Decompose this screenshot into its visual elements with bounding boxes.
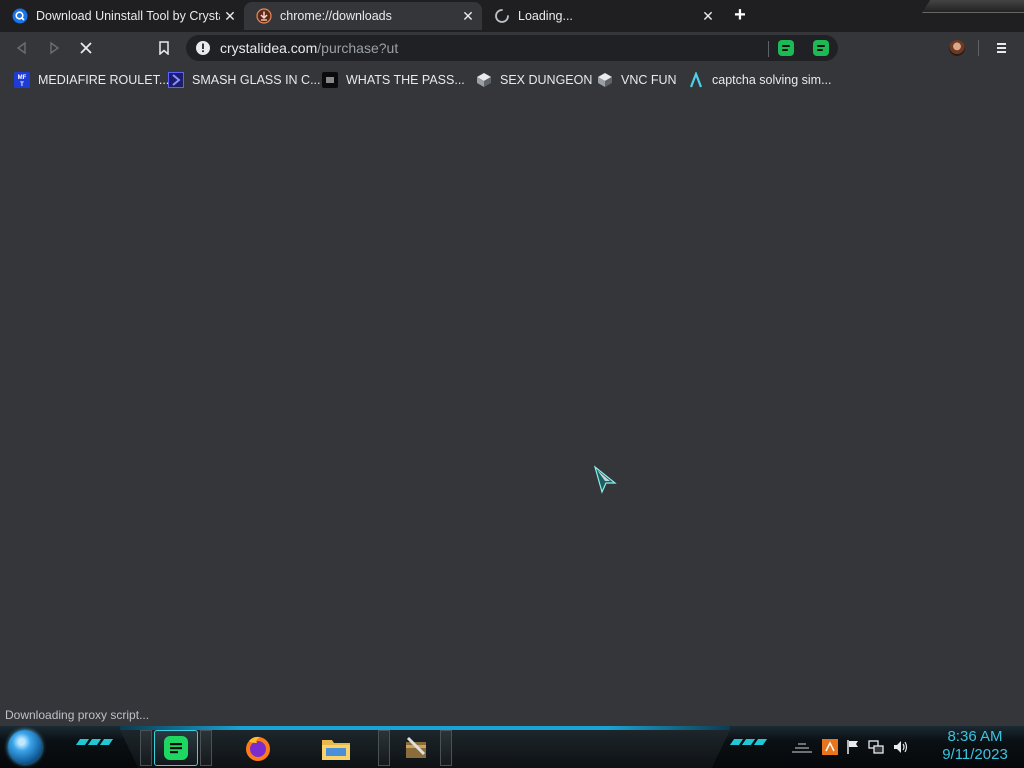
show-desktop-icon[interactable] <box>790 740 814 754</box>
address-bar[interactable]: crystalidea.com/purchase?ut <box>186 35 838 61</box>
taskbar-divider <box>200 730 212 766</box>
spotify-extension-icon[interactable] <box>778 40 794 56</box>
taskbar-archive-tool[interactable] <box>394 730 438 766</box>
bookmark-captcha[interactable]: captcha solving sim... <box>688 71 832 89</box>
bookmark-label: SMASH GLASS IN C... <box>192 73 321 87</box>
url-path: /purchase?ut <box>317 40 399 56</box>
bookmark-label: captcha solving sim... <box>712 73 832 87</box>
chevron-decoration-icon <box>75 739 114 745</box>
new-tab-button[interactable]: + <box>730 4 750 26</box>
start-button[interactable] <box>8 730 42 764</box>
close-tab-icon[interactable]: ✕ <box>700 8 716 24</box>
chevron-decoration-icon <box>729 739 768 745</box>
system-tray <box>790 736 910 758</box>
tab-title: Loading... <box>518 9 573 23</box>
folder-icon <box>322 740 350 760</box>
url-host: crystalidea.com <box>220 40 318 56</box>
bookmark-label: VNC FUN <box>621 73 677 87</box>
bookmarks-bar: MF T MEDIAFIRE ROULET... SMASH GLASS IN C… <box>0 64 1024 96</box>
tab-loading[interactable]: Loading... ✕ <box>482 2 722 30</box>
bookmark-label: MEDIAFIRE ROULET... <box>38 73 170 87</box>
bookmark-icon <box>159 41 169 55</box>
mediafire-icon: MF T <box>14 72 30 88</box>
taskbar-divider <box>440 730 452 766</box>
page-content[interactable] <box>0 96 1024 726</box>
svg-text:MF: MF <box>18 75 27 81</box>
omnibox-divider <box>768 41 769 57</box>
toolbar-divider <box>978 40 979 56</box>
archive-icon <box>406 736 426 758</box>
back-button[interactable] <box>10 36 34 60</box>
taskbar-spotify[interactable] <box>154 730 198 766</box>
bookmark-label: SEX DUNGEON <box>500 73 593 87</box>
clock-time: 8:36 AM <box>947 728 1003 745</box>
volume-icon[interactable] <box>892 739 910 755</box>
chevron-bookmark-icon <box>168 72 184 88</box>
taskbar-divider <box>140 730 152 766</box>
tab-strip: Download Uninstall Tool by Crystal ✕ chr… <box>0 0 1024 32</box>
loading-spinner-icon <box>494 8 510 24</box>
tab-title: chrome://downloads <box>280 9 392 23</box>
cube-icon <box>476 72 492 88</box>
search-favicon-icon <box>12 8 28 24</box>
taskbar-file-explorer[interactable] <box>314 730 358 766</box>
tab-uninstall-tool[interactable]: Download Uninstall Tool by Crystal ✕ <box>0 2 244 30</box>
bookmark-label: WHATS THE PASS... <box>346 73 465 87</box>
tab-title: Download Uninstall Tool by Crystal <box>36 9 220 23</box>
taskbar-clock[interactable]: 8:36 AM 9/11/2023 <box>930 728 1020 764</box>
firefox-icon <box>246 736 270 761</box>
clock-date: 9/11/2023 <box>942 746 1008 763</box>
tab-downloads[interactable]: chrome://downloads ✕ <box>244 2 482 30</box>
dark-site-icon <box>322 72 338 88</box>
bookmark-smash-glass[interactable]: SMASH GLASS IN C... <box>168 71 321 89</box>
taskbar-divider <box>378 730 390 766</box>
browser-toolbar: crystalidea.com/purchase?ut <box>0 32 1024 64</box>
tray-app-icon[interactable] <box>822 739 838 755</box>
taskbar: 8:36 AM 9/11/2023 <box>0 726 1024 768</box>
bookmark-vnc-fun[interactable]: VNC FUN <box>597 71 677 89</box>
close-tab-icon[interactable]: ✕ <box>222 8 238 24</box>
cube-icon <box>597 72 613 88</box>
stop-loading-button[interactable] <box>74 36 98 60</box>
menu-kebab-icon[interactable] <box>992 38 1010 58</box>
forward-arrow-icon <box>50 41 60 55</box>
action-center-flag-icon[interactable] <box>846 739 860 755</box>
bookmark-sex-dungeon[interactable]: SEX DUNGEON <box>476 71 592 89</box>
forward-button[interactable] <box>42 36 66 60</box>
spotify-icon <box>164 736 188 760</box>
lambda-icon <box>688 72 704 88</box>
url-text[interactable]: crystalidea.com/purchase?ut <box>220 40 398 56</box>
downloads-favicon-icon <box>256 8 272 24</box>
bookmark-mediafire[interactable]: MF T MEDIAFIRE ROULET... <box>14 71 169 89</box>
profile-avatar[interactable] <box>949 40 965 56</box>
close-tab-icon[interactable]: ✕ <box>460 8 476 24</box>
taskbar-firefox[interactable] <box>236 730 280 766</box>
back-arrow-icon <box>16 41 26 55</box>
status-bubble: Downloading proxy script... <box>0 706 155 724</box>
network-icon[interactable] <box>868 739 884 755</box>
stop-x-icon <box>80 42 92 54</box>
mouse-cursor-icon <box>593 465 617 494</box>
bookmark-whats-the-pass[interactable]: WHATS THE PASS... <box>322 71 465 89</box>
window-controls[interactable] <box>922 0 1024 13</box>
site-info-icon[interactable] <box>195 40 211 56</box>
bookmark-button[interactable] <box>152 36 176 60</box>
svg-text:T: T <box>20 82 24 88</box>
spotify-extension-icon-2[interactable] <box>813 40 829 56</box>
